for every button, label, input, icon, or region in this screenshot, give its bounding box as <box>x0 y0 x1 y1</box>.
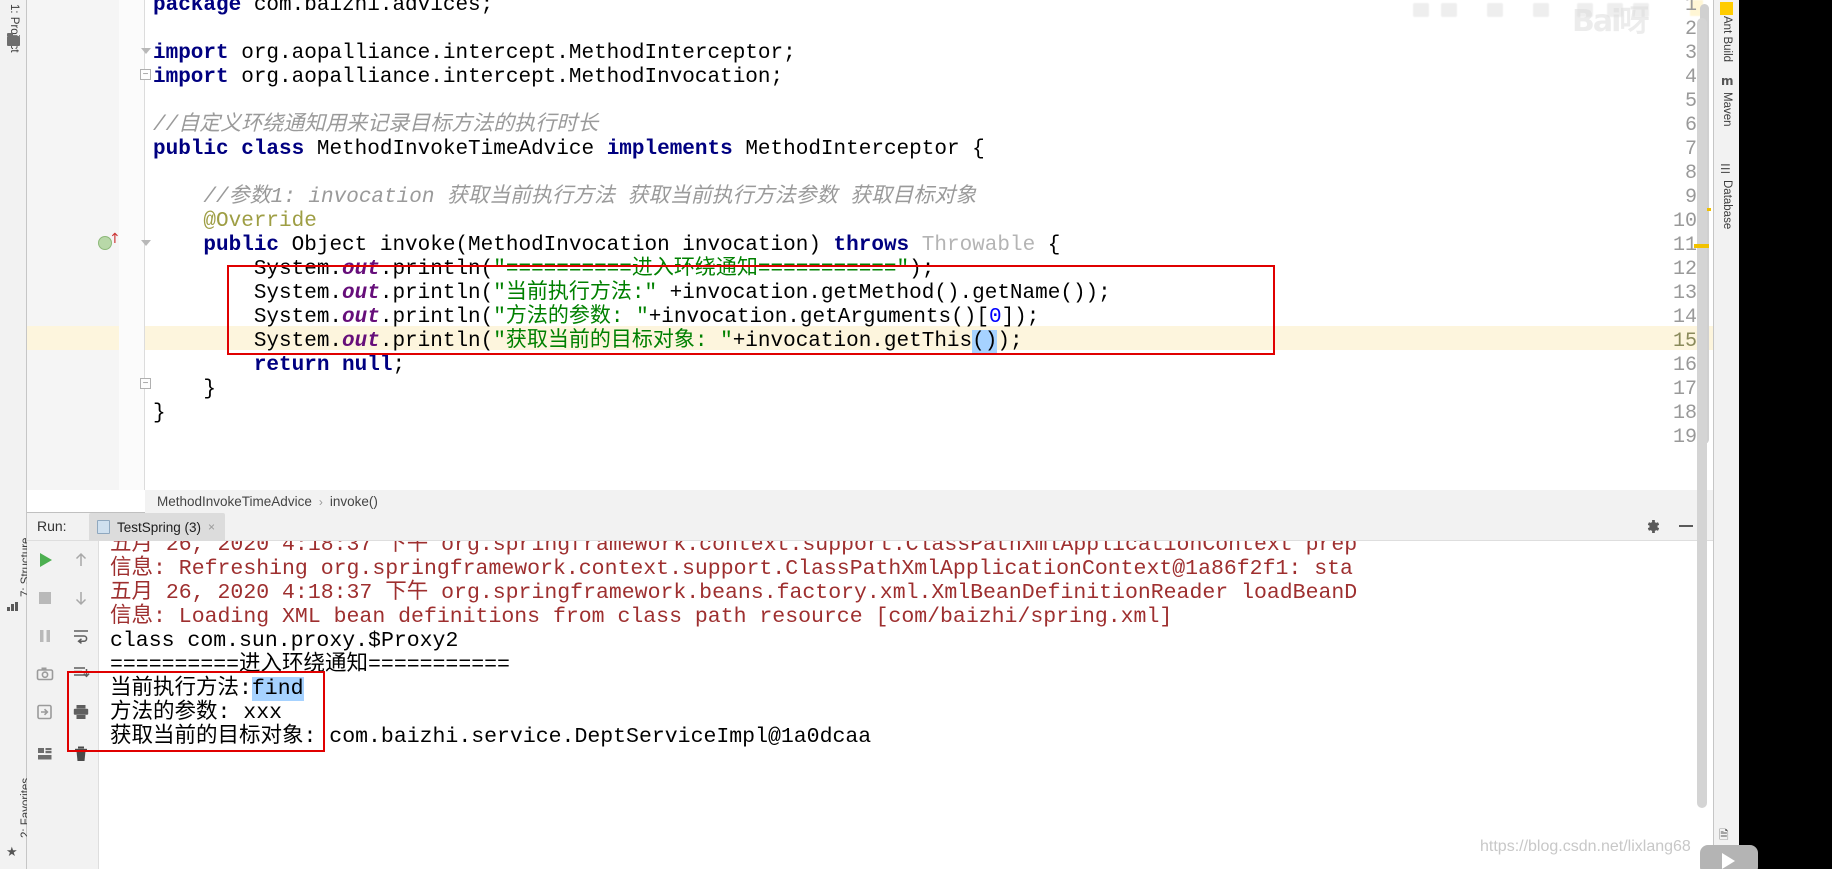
code-line-14: System.out.println("方法的参数: "+invocation.… <box>153 306 1040 329</box>
star-icon: ★ <box>6 844 18 859</box>
run-config-icon <box>97 520 110 534</box>
left-tool-strip: 1: Project 7: Structure ★ 2: Favorites <box>0 0 32 869</box>
code-line-4: import org.aopalliance.intercept.MethodI… <box>153 66 784 89</box>
scrollbar-marker[interactable] <box>1694 244 1709 248</box>
console-line: 方法的参数: xxx <box>110 701 283 725</box>
pause-icon[interactable] <box>36 627 54 645</box>
play-green-icon[interactable] <box>36 551 54 569</box>
sidebar-item-ant-build[interactable]: Ant Build <box>1721 16 1733 62</box>
console-line: 五月 26, 2020 4:18:37 下午 org.springframewo… <box>110 541 1358 557</box>
export-icon[interactable] <box>36 703 54 721</box>
folder-icon <box>7 33 20 46</box>
console-line: ==========进入环绕通知=========== <box>110 653 510 677</box>
play-overlay-icon <box>1700 845 1758 869</box>
right-tool-strip: Ant Build m Maven ☰ Database 🗎 <box>1713 0 1739 869</box>
code-line-15: System.out.println("获取当前的目标对象: "+invocat… <box>153 330 1023 353</box>
breadcrumb-class[interactable]: MethodInvokeTimeAdvice <box>157 494 312 509</box>
sidebar-item-database[interactable]: Database <box>1721 180 1733 229</box>
arrow-down-icon[interactable] <box>72 589 90 607</box>
window-right-bezel <box>1739 0 1832 869</box>
code-line-13: System.out.println("当前执行方法:" +invocation… <box>153 282 1111 305</box>
arrow-up-icon[interactable] <box>72 551 90 569</box>
settings-gear-icon[interactable] <box>1644 518 1661 535</box>
stop-square-icon[interactable] <box>36 589 54 607</box>
watermark: https://blog.csdn.net/lixlang68 <box>1480 838 1691 855</box>
arrow-up-icon: ↑ <box>109 231 121 247</box>
printer-icon[interactable] <box>72 703 90 721</box>
camera-icon[interactable] <box>36 665 54 683</box>
run-header <box>27 513 1713 541</box>
breadcrumb-method[interactable]: invoke() <box>330 494 378 509</box>
code-line-7: public class MethodInvokeTimeAdvice impl… <box>153 138 985 161</box>
maven-icon: m <box>1721 74 1734 88</box>
run-toolbar-left <box>27 541 63 869</box>
code-line-10: @Override <box>153 210 317 233</box>
code-line-9: //参数1: invocation 获取当前执行方法 获取当前执行方法参数 获取… <box>153 186 977 209</box>
chevron-right-icon: › <box>318 494 323 509</box>
idea-window: 1: Project 7: Structure ★ 2: Favorites B… <box>0 0 1832 869</box>
sidebar-item-maven[interactable]: Maven <box>1721 92 1733 127</box>
console-line: 信息: Refreshing org.springframework.conte… <box>110 557 1353 581</box>
close-icon[interactable]: × <box>208 520 215 534</box>
code-line-16: return null; <box>153 354 406 377</box>
ant-build-icon <box>1720 2 1733 15</box>
scroll-end-icon[interactable] <box>72 665 90 683</box>
terminal-icon: 🗎 <box>1719 828 1729 842</box>
code-line-1: package com.baizhi.advices; <box>153 0 494 17</box>
console-selection[interactable]: find <box>251 677 304 701</box>
code-line-18: } <box>153 402 166 425</box>
active-line-gutter-highlight <box>27 326 119 350</box>
run-tab-label: TestSpring (3) <box>117 519 202 535</box>
code-editor[interactable]: Bai呀 1 2 3 4 5 6 7 8 9 10 11 12 13 14 15… <box>27 0 1713 513</box>
console-line: 获取当前的目标对象: com.baizhi.service.DeptServic… <box>110 725 872 749</box>
run-toolbar-right <box>63 541 99 869</box>
console-line: 信息: Loading XML bean definitions from cl… <box>110 605 1173 629</box>
code-line-3: import org.aopalliance.intercept.MethodI… <box>153 42 796 65</box>
trash-icon[interactable] <box>72 745 90 763</box>
code-line-17: } <box>153 378 217 401</box>
structure-icon <box>7 602 18 611</box>
console-line-current-method: 当前执行方法:find <box>110 677 304 701</box>
run-title: Run: <box>37 518 67 534</box>
layout-icon[interactable] <box>36 745 54 763</box>
console-line: class com.sun.proxy.$Proxy2 <box>110 629 459 653</box>
run-tab-testspring[interactable]: TestSpring (3) × <box>89 513 226 541</box>
soft-wrap-icon[interactable] <box>72 627 90 645</box>
run-tool-window: Run: TestSpring (3) × 五月 26, 2020 4:18:3… <box>27 513 1713 869</box>
console-line: 五月 26, 2020 4:18:37 下午 org.springframewo… <box>110 581 1358 605</box>
main-scrollbar-thumb[interactable] <box>1697 18 1707 808</box>
breadcrumb[interactable]: MethodInvokeTimeAdvice › invoke() <box>145 490 1713 513</box>
console-output[interactable]: 五月 26, 2020 4:18:37 下午 org.springframewo… <box>100 541 1713 869</box>
code-line-11: public Object invoke(MethodInvocation in… <box>153 234 1061 257</box>
code-line-12: System.out.println("==========进入环绕通知====… <box>153 258 935 281</box>
code-line-6: //自定义环绕通知用来记录目标方法的执行时长 <box>153 114 599 137</box>
minimize-icon[interactable] <box>1679 525 1693 527</box>
console-label: 当前执行方法: <box>110 677 252 701</box>
database-icon: ☰ <box>1720 162 1731 176</box>
code-text-area[interactable]: package com.baizhi.advices; import org.a… <box>145 0 1713 490</box>
